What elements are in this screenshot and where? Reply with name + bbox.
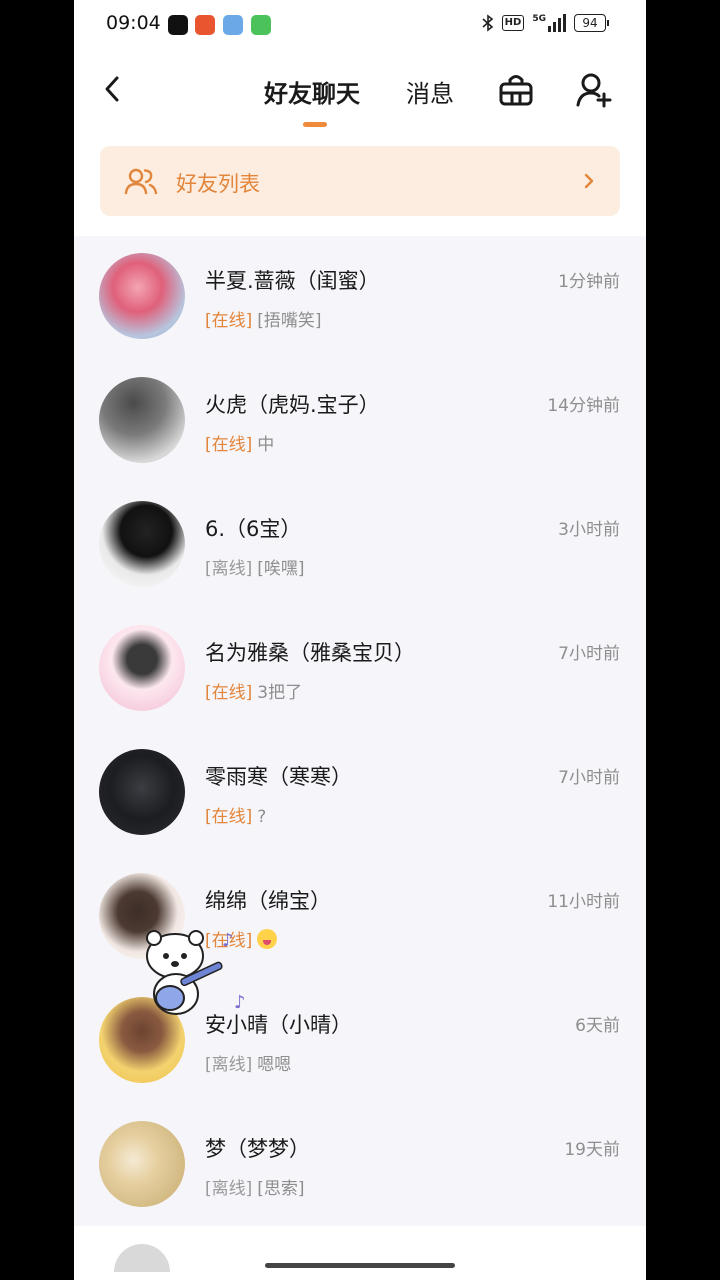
message-time: 1分钟前 — [558, 272, 620, 292]
tiktok-app-icon — [168, 15, 188, 35]
hd-badge: HD — [501, 15, 525, 31]
signal-bar-icon — [558, 18, 561, 32]
tab-messages[interactable]: 消息 — [406, 74, 454, 109]
signal-bar-icon — [553, 22, 556, 32]
message-time: 3小时前 — [558, 520, 620, 540]
message-preview: [思索] — [257, 1179, 305, 1199]
friend-list-banner[interactable]: 好友列表 — [100, 146, 620, 216]
signal-label: 5G — [532, 14, 546, 24]
shopping-app-icon — [195, 15, 215, 35]
avatar[interactable] — [99, 1121, 185, 1207]
contact-name: 6.（6宝） — [205, 517, 302, 541]
status-line: [离线] 嗯嗯 — [205, 1050, 291, 1075]
online-status: [在线] — [205, 807, 253, 827]
message-time: 7小时前 — [558, 768, 620, 788]
home-indicator[interactable] — [265, 1263, 455, 1268]
online-status: [在线] — [205, 683, 253, 703]
status-line: [离线] [思索] — [205, 1174, 305, 1199]
contact-name: 零雨寒（寒寒） — [205, 765, 352, 789]
message-preview: 3把了 — [257, 683, 303, 703]
list-item-partial — [74, 1226, 646, 1280]
message-time: 11小时前 — [547, 892, 620, 912]
message-time: 6天前 — [575, 1016, 620, 1036]
bear-guitar-sticker-icon: ♪ ♪ ♪ — [146, 930, 246, 1015]
contact-name: 绵绵（绵宝） — [205, 889, 331, 913]
message-preview: [捂嘴笑] — [257, 311, 322, 331]
chat-item[interactable]: 火虎（虎妈.宝子） 14分钟前 [在线] 中 — [74, 360, 646, 484]
bluetooth-icon — [482, 14, 493, 32]
status-line: [离线] [唉嘿] — [205, 554, 305, 579]
battery-icon: 94 — [574, 14, 609, 32]
avatar[interactable] — [99, 749, 185, 835]
chevron-left-icon[interactable] — [98, 72, 128, 106]
cloud-app-icon — [223, 15, 243, 35]
avatar[interactable] — [99, 625, 185, 711]
avatar — [114, 1244, 170, 1272]
status-line: [在线] 3把了 — [205, 678, 302, 703]
status-line: [在线]? — [205, 802, 266, 827]
friend-list-label: 好友列表 — [176, 172, 260, 196]
users-icon — [124, 168, 158, 195]
avatar[interactable] — [99, 253, 185, 339]
chat-list: 半夏.蔷薇（闺蜜） 1分钟前 [在线] [捂嘴笑] 火虎（虎妈.宝子） 14分钟前… — [74, 236, 646, 1228]
status-bar: 09:04 HD 5G 94 — [74, 0, 646, 50]
message-time: 19天前 — [564, 1140, 620, 1160]
chat-item[interactable]: 6.（6宝） 3小时前 [离线] [唉嘿] — [74, 484, 646, 608]
contact-name: 半夏.蔷薇（闺蜜） — [205, 269, 380, 293]
message-preview: 中 — [257, 435, 275, 455]
offline-status: [离线] — [205, 559, 253, 579]
message-time: 14分钟前 — [547, 396, 620, 416]
message-preview: [唉嘿] — [257, 559, 305, 579]
add-user-icon[interactable] — [574, 70, 614, 110]
online-status: [在线] — [205, 311, 253, 331]
offline-status: [离线] — [205, 1179, 253, 1199]
contact-name: 梦（梦梦） — [205, 1137, 310, 1161]
app-screen: 09:04 HD 5G 94 好友聊天 消息 好友列表 半夏.蔷薇（闺蜜） 1分… — [74, 0, 646, 1280]
status-indicators: HD 5G 94 — [482, 14, 609, 32]
svg-text:♪: ♪ — [222, 930, 234, 951]
signal-indicator: 5G — [532, 14, 566, 32]
status-time: 09:04 — [106, 12, 161, 34]
grid-app-icon — [251, 15, 271, 35]
svg-text:♪: ♪ — [234, 992, 246, 1013]
status-line: [在线] 中 — [205, 430, 274, 455]
avatar[interactable] — [99, 377, 185, 463]
chat-item[interactable]: 名为雅桑（雅桑宝贝） 7小时前 [在线] 3把了 — [74, 608, 646, 732]
signal-bar-icon — [548, 26, 551, 32]
chevron-right-icon — [584, 173, 594, 189]
message-preview: 嗯嗯 — [257, 1055, 292, 1075]
chat-item[interactable]: 零雨寒（寒寒） 7小时前 [在线]? — [74, 732, 646, 856]
avatar[interactable] — [99, 501, 185, 587]
chat-item[interactable]: 半夏.蔷薇（闺蜜） 1分钟前 [在线] [捂嘴笑] — [74, 236, 646, 360]
active-tab-indicator — [303, 122, 327, 127]
basket-icon[interactable] — [496, 70, 536, 110]
online-status: [在线] — [205, 435, 253, 455]
offline-status: [离线] — [205, 1055, 253, 1075]
contact-name: 名为雅桑（雅桑宝贝） — [205, 641, 415, 665]
tab-friend-chat[interactable]: 好友聊天 — [264, 74, 360, 109]
status-line: [在线] [捂嘴笑] — [205, 306, 322, 331]
contact-name: 火虎（虎妈.宝子） — [205, 393, 380, 417]
silly-face-emoji-icon — [257, 929, 278, 949]
signal-bar-icon — [563, 14, 566, 32]
message-preview: ? — [257, 807, 267, 827]
message-time: 7小时前 — [558, 644, 620, 664]
chat-item[interactable]: 梦（梦梦） 19天前 [离线] [思索] — [74, 1104, 646, 1228]
